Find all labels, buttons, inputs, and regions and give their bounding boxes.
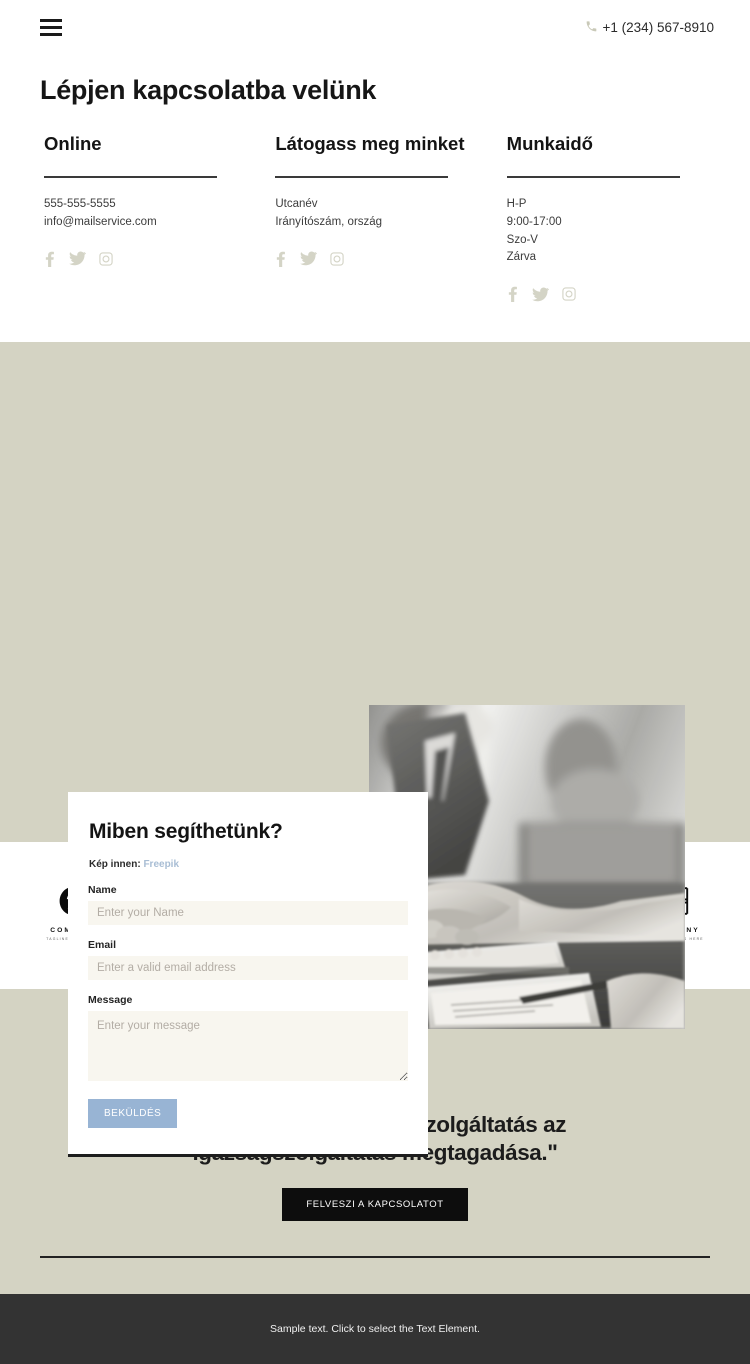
twitter-icon[interactable]	[531, 287, 549, 302]
footer: Sample text. Click to select the Text El…	[0, 1294, 750, 1364]
footer-sample-text[interactable]: Sample text. Click to select the Text El…	[270, 1323, 480, 1335]
contact-line-street: Utcanév	[275, 198, 318, 210]
header-phone[interactable]: +1 (234) 567-8910	[585, 20, 714, 35]
contact-column-visit: Látogass meg minket Utcanév Irányítószám…	[259, 132, 490, 302]
contact-column-online: Online 555-555-5555 info@mailservice.com	[28, 132, 259, 302]
field-label-email: Email	[88, 939, 117, 952]
form-title: Miben segíthetünk?	[89, 820, 283, 844]
message-textarea[interactable]	[88, 1011, 408, 1082]
divider	[506, 176, 680, 178]
hours-line-weekend-time: Zárva	[506, 251, 537, 264]
phone-icon	[585, 20, 598, 35]
contact-columns: Online 555-555-5555 info@mailservice.com…	[0, 106, 750, 343]
contact-line-zip-country: Irányítószám, ország	[275, 215, 383, 228]
field-label-message: Message	[88, 994, 133, 1007]
field-label-name: Name	[88, 884, 117, 897]
image-credit-link[interactable]: Freepik	[143, 859, 179, 870]
name-input[interactable]	[88, 901, 408, 926]
phone-number-text: +1 (234) 567-8910	[602, 20, 714, 35]
divider	[275, 176, 449, 178]
social-links	[44, 251, 243, 267]
form-field-email: Email	[88, 939, 408, 981]
hours-line-weekend: Szo-V	[506, 233, 538, 246]
contact-line-email[interactable]: info@mailservice.com	[44, 214, 243, 232]
contact-column-hours: Munkaidő H-P 9:00-17:00 Szo-V Zárva	[491, 132, 722, 303]
top-header-bar: +1 (234) 567-8910	[0, 0, 750, 55]
twitter-icon[interactable]	[300, 251, 318, 266]
hamburger-bar	[40, 33, 62, 36]
hours-line-weekday-time: 9:00-17:00	[506, 215, 562, 228]
contact-column-heading: Munkaidő	[506, 133, 593, 154]
contact-line-phone[interactable]: 555-555-5555	[44, 196, 243, 214]
form-field-message: Message	[88, 994, 408, 1086]
submit-button[interactable]: BEKÜLDÉS	[88, 1099, 178, 1129]
facebook-icon[interactable]	[44, 251, 56, 267]
email-input[interactable]	[88, 956, 408, 981]
hours-line-weekdays: H-P	[506, 198, 527, 210]
instagram-icon[interactable]	[562, 287, 576, 301]
image-credit-prefix: Kép innen:	[89, 859, 141, 871]
instagram-icon[interactable]	[99, 251, 113, 266]
contact-column-body: H-P 9:00-17:00 Szo-V Zárva	[507, 196, 706, 267]
divider	[44, 176, 217, 178]
contact-form-band: Miben segíthetünk? Kép innen: Freepik Na…	[0, 342, 750, 1158]
page-title: Lépjen kapcsolatba velünk	[40, 75, 377, 105]
contact-column-body: 555-555-5555 info@mailservice.com	[44, 196, 243, 232]
social-links	[275, 251, 474, 267]
contact-column-heading: Látogass meg minket	[275, 133, 465, 154]
image-credit: Kép innen: Freepik	[88, 859, 408, 870]
contact-form-card: Miben segíthetünk? Kép innen: Freepik Na…	[68, 792, 428, 1158]
contact-column-body: Utcanév Irányítószám, ország	[275, 196, 474, 232]
twitter-icon[interactable]	[69, 251, 86, 266]
form-field-name: Name	[88, 884, 408, 926]
facebook-icon[interactable]	[507, 286, 519, 303]
instagram-icon[interactable]	[330, 251, 344, 266]
social-links	[507, 286, 706, 303]
hamburger-bar	[40, 26, 62, 29]
hamburger-icon[interactable]	[40, 19, 62, 36]
hamburger-bar	[40, 19, 62, 22]
contact-column-heading: Online	[44, 133, 102, 154]
facebook-icon[interactable]	[275, 251, 287, 267]
contact-cta-button[interactable]: FELVESZI A KAPCSOLATOT	[282, 1188, 468, 1222]
